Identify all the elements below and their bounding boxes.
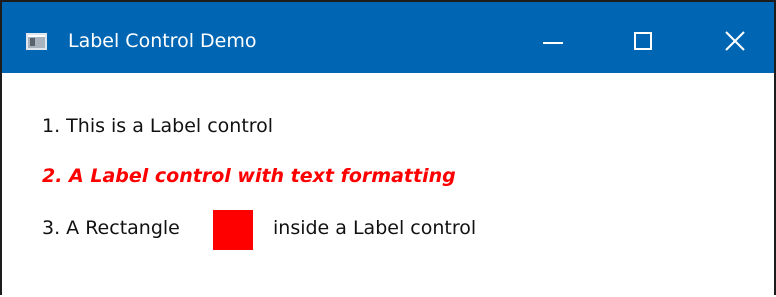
maximize-icon: [634, 32, 652, 50]
close-button[interactable]: [682, 2, 774, 73]
red-rectangle: [213, 210, 253, 250]
minimize-icon: [543, 42, 563, 44]
label-plain: 1. This is a Label control: [42, 115, 274, 137]
label-rectangle-suffix: inside a Label control: [273, 217, 477, 239]
window-content: 1. This is a Label control 2. A Label co…: [2, 73, 774, 297]
close-icon: [725, 31, 745, 51]
label-formatted: 2. A Label control with text formatting: [42, 165, 456, 187]
application-window: Label Control Demo 1. This is a Label co…: [0, 0, 776, 295]
title-bar[interactable]: Label Control Demo: [2, 2, 774, 73]
maximize-button[interactable]: [600, 2, 692, 73]
label-rectangle-prefix: 3. A Rectangle: [42, 217, 180, 239]
app-window-icon[interactable]: [26, 33, 47, 50]
window-title: Label Control Demo: [68, 30, 257, 52]
minimize-button[interactable]: [508, 2, 600, 73]
